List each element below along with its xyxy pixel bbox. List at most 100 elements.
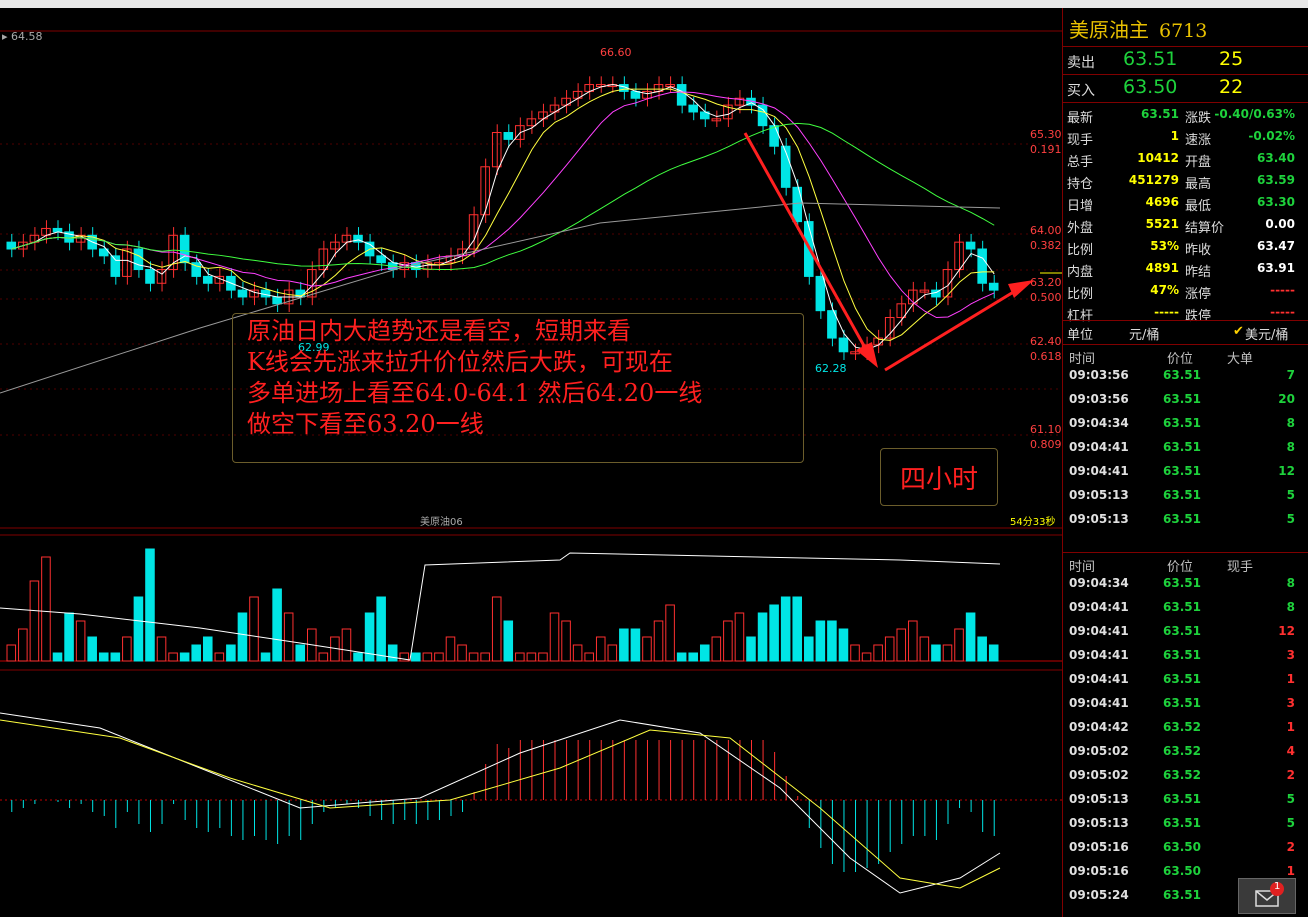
volume-bar	[977, 636, 987, 662]
trade-time: 09:05:16	[1069, 840, 1129, 854]
volume-bar	[850, 644, 860, 662]
column-header: 时间	[1069, 352, 1096, 367]
chart-top-left-value: 64.58	[11, 30, 43, 43]
trade-vol: 2	[1286, 768, 1295, 782]
table-row[interactable]: 09:05:13 63.51 5	[1063, 512, 1308, 536]
stat-row: 最新 63.51 涨跌 -0.40/0.63%	[1063, 104, 1308, 126]
volume-bar	[491, 596, 502, 662]
stat-value: -----	[1270, 283, 1295, 297]
candle-body	[792, 186, 803, 223]
candle-body	[757, 104, 768, 127]
table-row[interactable]: 09:04:42 63.52 1	[1063, 720, 1308, 744]
stat-value: 451279	[1128, 173, 1179, 187]
volume-bar	[780, 596, 791, 662]
candle-body	[838, 337, 849, 353]
table-row[interactable]: 09:04:41 63.51 8	[1063, 600, 1308, 624]
trade-vol: 3	[1286, 648, 1295, 662]
table-row[interactable]: 09:05:02 63.52 4	[1063, 744, 1308, 768]
volume-bar	[295, 644, 306, 662]
symbol-header[interactable]: 美原油主 6713	[1069, 14, 1217, 43]
column-header: 现手	[1227, 560, 1254, 575]
unit-option[interactable]: 美元/桶	[1245, 324, 1288, 343]
trade-price: 63.51	[1163, 696, 1201, 710]
trade-time: 09:05:13	[1069, 816, 1129, 830]
volume-bar	[734, 612, 745, 662]
trade-price: 63.51	[1163, 816, 1201, 830]
table-row[interactable]: 09:04:41 63.51 8	[1063, 440, 1308, 464]
trade-time: 09:04:41	[1069, 600, 1129, 614]
trade-time: 09:04:42	[1069, 720, 1129, 734]
stat-label: 最低	[1185, 199, 1212, 214]
column-header: 大单	[1227, 352, 1254, 367]
message-button[interactable]: 1	[1238, 878, 1296, 914]
mail-icon	[1255, 882, 1284, 907]
annotation-line: 多单进场上看至64.0-64.1 然后64.20一线	[247, 379, 703, 407]
table-row[interactable]: 09:03:56 63.51 20	[1063, 392, 1308, 416]
stat-label: 外盘	[1067, 221, 1094, 236]
timeframe-annotation[interactable]: 四小时	[880, 448, 998, 506]
candle-body	[318, 248, 329, 271]
volume-bar	[965, 612, 976, 662]
candle-body	[988, 282, 999, 291]
unit-label: 单位	[1067, 328, 1094, 343]
volume-bar	[434, 652, 444, 662]
trade-price: 63.51	[1163, 600, 1201, 614]
stat-value: -----	[1154, 305, 1179, 319]
table-header: 时间 价位 现手	[1063, 554, 1308, 575]
trade-vol: 4	[1286, 744, 1295, 758]
candle-body	[133, 248, 144, 271]
volume-bar	[711, 636, 722, 662]
volume-bar	[202, 636, 213, 662]
volume-bar	[376, 596, 386, 662]
trade-time: 09:05:24	[1069, 888, 1129, 902]
unit-row[interactable]: 单位 元/桶 ✔ 美元/桶	[1063, 322, 1308, 344]
sell-row[interactable]: 卖出 63.51 25	[1063, 48, 1308, 76]
table-row[interactable]: 09:04:41 63.51 12	[1063, 624, 1308, 648]
trade-time: 09:05:13	[1069, 512, 1129, 526]
trade-price: 63.51	[1163, 624, 1201, 638]
annotation-line: 做空下看至63.20一线	[247, 410, 484, 438]
volume-bar	[445, 636, 456, 662]
table-row[interactable]: 09:04:41 63.51 1	[1063, 672, 1308, 696]
trade-vol: 5	[1286, 488, 1295, 502]
volume-bar	[515, 652, 525, 662]
divider	[1063, 344, 1308, 345]
volume-bar	[272, 588, 282, 662]
quote-panel: 美原油主 6713 卖出 63.51 25 买入 63.50 22 最新 63.51…	[1062, 8, 1308, 917]
table-row[interactable]: 09:04:34 63.51 8	[1063, 576, 1308, 600]
table-row[interactable]: 09:05:02 63.52 2	[1063, 768, 1308, 792]
stat-value: 4891	[1145, 261, 1179, 275]
candle-body	[884, 317, 895, 339]
table-row[interactable]: 09:05:13 63.51 5	[1063, 816, 1308, 840]
trade-time: 09:04:41	[1069, 672, 1129, 686]
volume-bar	[873, 644, 883, 662]
table-row[interactable]: 09:04:41 63.51 3	[1063, 696, 1308, 720]
table-row[interactable]: 09:05:16 63.50 2	[1063, 840, 1308, 864]
candle-body	[376, 255, 386, 264]
candle-body	[688, 104, 698, 113]
trade-price: 63.51	[1163, 368, 1201, 382]
table-row[interactable]: 09:04:34 63.51 8	[1063, 416, 1308, 440]
buy-row[interactable]: 买入 63.50 22	[1063, 76, 1308, 104]
volume-bar	[665, 604, 675, 662]
analysis-annotation-box[interactable]: 原油日内大趋势还是看空，短期来看 K线会先涨来拉升价位然后大跌，可现在 多单进场…	[232, 313, 804, 463]
fib-price-label: 61.10	[1030, 423, 1062, 436]
instrument-tag: 美原油06	[420, 515, 463, 528]
trade-time: 09:03:56	[1069, 368, 1129, 382]
candle-body	[769, 125, 779, 147]
table-row[interactable]: 09:04:41 63.51 12	[1063, 464, 1308, 488]
stat-label: 最高	[1185, 177, 1212, 192]
table-row[interactable]: 09:03:56 63.51 7	[1063, 368, 1308, 392]
fib-ratio-label: 0.382	[1030, 239, 1062, 252]
volume-bar	[353, 652, 363, 662]
table-row[interactable]: 09:04:41 63.51 3	[1063, 648, 1308, 672]
table-row[interactable]: 09:05:13 63.51 5	[1063, 792, 1308, 816]
volume-bar	[179, 652, 190, 662]
volume-bar	[723, 620, 733, 662]
trade-price: 63.50	[1163, 864, 1201, 878]
volume-bar	[919, 636, 930, 662]
trade-price: 63.51	[1163, 440, 1201, 454]
table-row[interactable]: 09:05:13 63.51 5	[1063, 488, 1308, 512]
stat-value: 63.51	[1141, 107, 1179, 121]
unit-check-icon[interactable]: ✔	[1233, 324, 1244, 339]
